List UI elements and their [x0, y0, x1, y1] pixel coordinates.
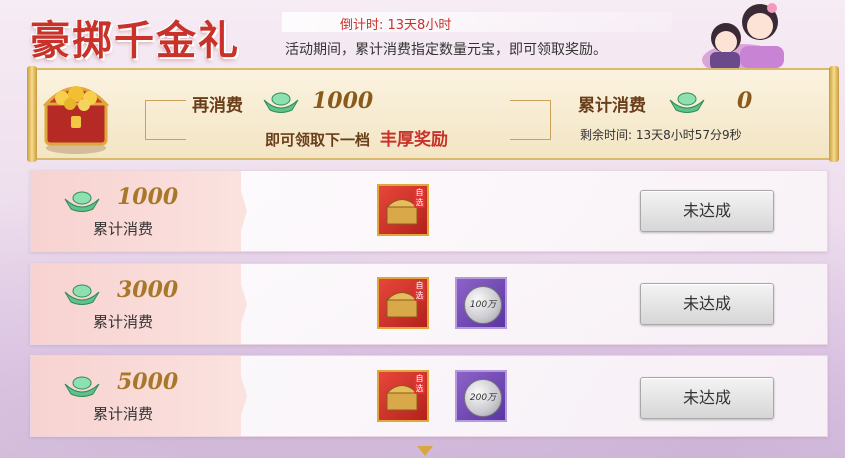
tier-tab-edge	[227, 171, 247, 251]
tier-row-2: 3000 累计消费 自选 100万 未达成	[30, 263, 828, 345]
reward-coin-item[interactable]: 200万	[455, 370, 507, 422]
next-tier-text: 即可领取下一档 丰厚奖励	[265, 125, 448, 150]
reward-chest-item[interactable]: 自选	[377, 184, 429, 236]
reward-chest-item[interactable]: 自选	[377, 370, 429, 422]
silver-coin-icon: 100万	[464, 286, 502, 324]
optional-tag: 自选	[414, 374, 425, 394]
optional-tag: 自选	[414, 188, 425, 208]
reward-coin-item[interactable]: 100万	[455, 277, 507, 329]
countdown-text: 倒计时: 13天8小时	[340, 18, 452, 33]
silver-ingot-icon	[64, 376, 100, 397]
tier-label: 累计消费	[93, 405, 154, 423]
tier-amount: 3000	[117, 277, 179, 303]
spend-more-label: 再消费	[192, 96, 243, 116]
tier-tab-edge	[227, 264, 247, 344]
event-title: 豪掷千金礼	[30, 17, 240, 64]
tier-amount: 1000	[117, 184, 179, 210]
total-spent-value: 0	[737, 88, 753, 114]
total-spent-label: 累计消费	[578, 96, 646, 116]
character-illustration	[702, 3, 784, 72]
chevron-down-icon[interactable]	[417, 446, 433, 456]
tier-amount: 5000	[117, 369, 179, 395]
silver-ingot-icon	[64, 191, 100, 212]
banner-frame-right	[510, 100, 551, 140]
treasure-chest-icon	[42, 86, 110, 154]
remaining-time: 剩余时间: 13天8小时57分9秒	[580, 128, 742, 142]
silver-ingot-icon	[263, 92, 299, 113]
tier-label: 累计消费	[93, 220, 154, 238]
silver-ingot-icon	[64, 284, 100, 305]
tier-label: 累计消费	[93, 313, 154, 331]
claim-button[interactable]: 未达成	[640, 283, 774, 325]
optional-tag: 自选	[414, 281, 425, 301]
reward-chest-item[interactable]: 自选	[377, 277, 429, 329]
claim-button[interactable]: 未达成	[640, 190, 774, 232]
banner-left-pillar	[27, 66, 37, 162]
banner-frame-left	[145, 100, 186, 140]
tier-tab-edge	[227, 356, 247, 436]
tier-row-1: 1000 累计消费 自选 未达成	[30, 170, 828, 252]
event-header: 豪掷千金礼 倒计时: 13天8小时 活动期间，累计消费指定数量元宝，即可领取奖励…	[0, 0, 845, 72]
event-description: 活动期间，累计消费指定数量元宝，即可领取奖励。	[285, 42, 607, 58]
claim-button[interactable]: 未达成	[640, 377, 774, 419]
silver-ingot-icon	[669, 92, 705, 113]
tier-row-3: 5000 累计消费 自选 200万 未达成	[30, 355, 828, 437]
next-tier-label: 即可领取下一档	[265, 131, 371, 149]
reward-highlight: 丰厚奖励	[380, 130, 449, 150]
silver-coin-icon: 200万	[464, 379, 502, 417]
banner-right-pillar	[829, 66, 839, 162]
spend-more-value: 1000	[312, 88, 374, 114]
